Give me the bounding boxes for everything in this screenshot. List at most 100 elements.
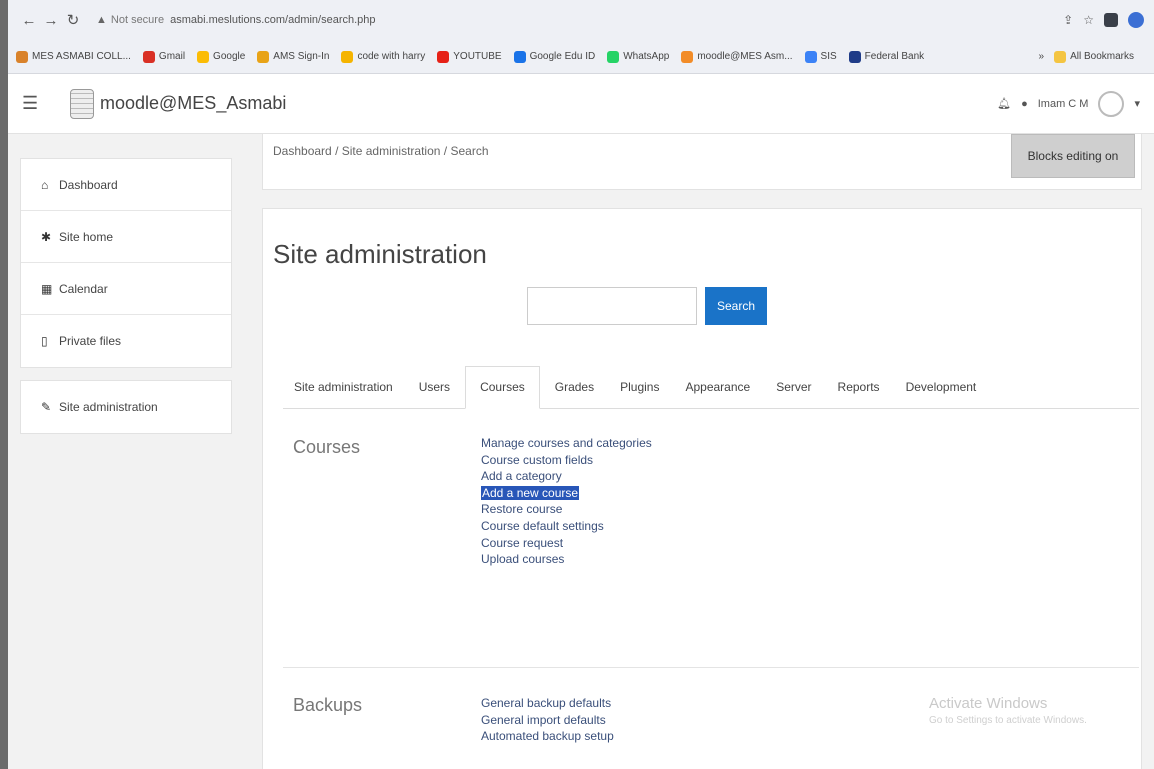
- link-course-request[interactable]: Course request: [481, 535, 652, 552]
- sidebar-admin: ✎ Site administration: [20, 380, 232, 434]
- section-divider: [283, 667, 1139, 668]
- calendar-icon: ▦: [41, 281, 53, 296]
- back-arrow-icon[interactable]: ←: [18, 12, 40, 29]
- bookmarks-bar: MES ASMABI COLL... Gmail Google AMS Sign-In…: [8, 40, 1154, 74]
- bookmark-favicon-icon: [142, 50, 155, 63]
- tab-courses[interactable]: Courses: [465, 366, 540, 409]
- folder-icon: [1054, 50, 1067, 63]
- sidebar-item-label: Calendar: [59, 281, 108, 296]
- backups-links: General backup defaults General import de…: [481, 695, 614, 745]
- profile-icon[interactable]: [1128, 12, 1144, 28]
- notifications-bell-icon[interactable]: 🔔︎: [997, 97, 1011, 110]
- forward-arrow-icon[interactable]: →: [40, 12, 62, 29]
- breadcrumb: Dashboard / Site administration / Search: [273, 144, 489, 158]
- bookmark-favicon-icon: [16, 50, 28, 63]
- bookmark-favicon-icon: [197, 50, 210, 63]
- breadcrumb-dashboard[interactable]: Dashboard: [273, 144, 332, 158]
- bookmark-favicon-icon: [341, 50, 354, 63]
- bookmark-favicon-icon: [437, 50, 450, 63]
- user-menu-chevron-icon[interactable]: ▾: [1134, 97, 1140, 110]
- security-label: Not secure: [110, 14, 165, 26]
- search-button[interactable]: Search: [705, 287, 767, 325]
- admin-search-input[interactable]: [527, 287, 697, 325]
- link-course-default-settings[interactable]: Course default settings: [481, 518, 652, 535]
- sidebar-item-label: Private files: [59, 334, 122, 348]
- address-bar[interactable]: ▲ Not secure asmabi.meslutions.com/admin…: [96, 14, 376, 26]
- tab-reports[interactable]: Reports: [827, 380, 891, 408]
- sidebar-item-calendar[interactable]: ▦ Calendar: [21, 263, 231, 315]
- bookmark-gmail[interactable]: Gmail: [142, 50, 185, 63]
- activate-windows-title: Activate Windows: [929, 695, 1048, 712]
- browser-toolbar: ← → ↻ ▲ Not secure asmabi.meslutions.com…: [8, 0, 1154, 40]
- activate-windows-subtitle: Go to Settings to activate Windows.: [929, 715, 1087, 726]
- sidebar-item-site-administration[interactable]: ✎ Site administration: [21, 381, 231, 433]
- sidebar-item-label: Site administration: [59, 400, 158, 414]
- reload-icon[interactable]: ↻: [62, 11, 84, 29]
- bookmark-sis[interactable]: SIS: [804, 50, 837, 63]
- link-restore-course[interactable]: Restore course: [481, 501, 652, 518]
- courses-links: Manage courses and categories Course cust…: [481, 435, 652, 568]
- warning-icon: ▲: [96, 14, 107, 26]
- section-title-courses: Courses: [293, 437, 361, 457]
- tab-site-administration[interactable]: Site administration: [283, 380, 404, 408]
- link-general-import-defaults[interactable]: General import defaults: [481, 712, 614, 729]
- tab-appearance[interactable]: Appearance: [674, 380, 761, 408]
- section-title-backups: Backups: [293, 695, 363, 715]
- site-administration-icon: ✎: [41, 400, 52, 414]
- hamburger-menu-icon[interactable]: ☰: [22, 93, 50, 114]
- tab-server[interactable]: Server: [765, 380, 822, 408]
- admin-tabs: Site administration Users Courses Grades Plu…: [283, 363, 1139, 409]
- link-manage-courses-and-categories[interactable]: Manage courses and categories: [481, 435, 652, 452]
- bookmark-ams-sign-in[interactable]: AMS Sign-In: [257, 50, 329, 63]
- extension-icon[interactable]: [1104, 13, 1118, 27]
- bookmark-favicon-icon: [607, 50, 620, 63]
- link-add-a-new-course[interactable]: Add a new course: [481, 485, 652, 502]
- bookmark-mes-asmabi-coll[interactable]: MES ASMABI COLL...: [16, 50, 131, 63]
- sidebar-item-dashboard[interactable]: ⌂ Dashboard: [21, 159, 231, 211]
- bookmark-favicon-icon: [513, 50, 526, 63]
- bookmark-youtube[interactable]: YOUTUBE: [437, 50, 502, 63]
- moodle-navbar: ☰ moodle@MES_Asmabi 🔔︎ ● Imam C M ▾: [8, 74, 1154, 134]
- link-general-backup-defaults[interactable]: General backup defaults: [481, 695, 614, 712]
- blocks-editing-button[interactable]: Blocks editing on: [1011, 134, 1135, 178]
- breadcrumb-site-administration[interactable]: Site administration: [342, 144, 441, 158]
- share-icon[interactable]: ⇪: [1063, 13, 1073, 27]
- site-home-icon: ✱: [41, 229, 52, 244]
- site-logo[interactable]: [70, 88, 94, 119]
- bookmark-code-with-harry[interactable]: code with harry: [341, 50, 425, 63]
- bookmark-whatsapp[interactable]: WhatsApp: [607, 50, 669, 63]
- link-course-custom-fields[interactable]: Course custom fields: [481, 452, 652, 469]
- sidebar-item-private-files[interactable]: ▯ Private files: [21, 315, 231, 367]
- sidebar-nav: ⌂ Dashboard ✱ Site home ▦ Calendar ▯ Private fi…: [20, 158, 232, 368]
- bookmark-google-edu-id[interactable]: Google Edu ID: [513, 50, 595, 63]
- tab-plugins[interactable]: Plugins: [609, 380, 670, 408]
- bookmark-favicon-icon: [681, 50, 694, 63]
- sidebar-item-label: Site home: [59, 229, 114, 244]
- dashboard-icon: ⌂: [41, 177, 49, 192]
- breadcrumb-search[interactable]: Search: [450, 144, 488, 158]
- bookmark-federal-bank[interactable]: Federal Bank: [848, 50, 924, 63]
- bookmark-favicon-icon: [848, 50, 861, 63]
- sidebar-item-site-home[interactable]: ✱ Site home: [21, 211, 231, 263]
- tab-grades[interactable]: Grades: [544, 380, 605, 408]
- all-bookmarks[interactable]: All Bookmarks: [1054, 50, 1134, 63]
- link-automated-backup-setup[interactable]: Automated backup setup: [481, 728, 614, 745]
- tab-development[interactable]: Development: [895, 380, 988, 408]
- bookmark-google[interactable]: Google: [197, 50, 245, 63]
- tab-users[interactable]: Users: [408, 380, 461, 408]
- more-bookmarks-icon[interactable]: »: [1039, 51, 1045, 62]
- sidebar-item-label: Dashboard: [59, 177, 118, 192]
- bookmark-favicon-icon: [257, 50, 270, 63]
- page-title: Site administration: [273, 239, 487, 269]
- link-add-a-category[interactable]: Add a category: [481, 468, 652, 485]
- star-icon[interactable]: ☆: [1083, 13, 1094, 27]
- user-avatar[interactable]: [1098, 90, 1125, 117]
- messages-icon[interactable]: ●: [1021, 98, 1028, 110]
- site-brand[interactable]: moodle@MES_Asmabi: [100, 93, 286, 114]
- screen-frame: [0, 0, 8, 769]
- link-upload-courses[interactable]: Upload courses: [481, 551, 652, 568]
- user-name[interactable]: Imam C M: [1038, 98, 1089, 110]
- bookmark-moodle-mes-asm[interactable]: moodle@MES Asm...: [681, 50, 793, 63]
- url-text[interactable]: asmabi.meslutions.com/admin/search.php: [170, 14, 375, 26]
- private-files-icon: ▯: [41, 334, 48, 348]
